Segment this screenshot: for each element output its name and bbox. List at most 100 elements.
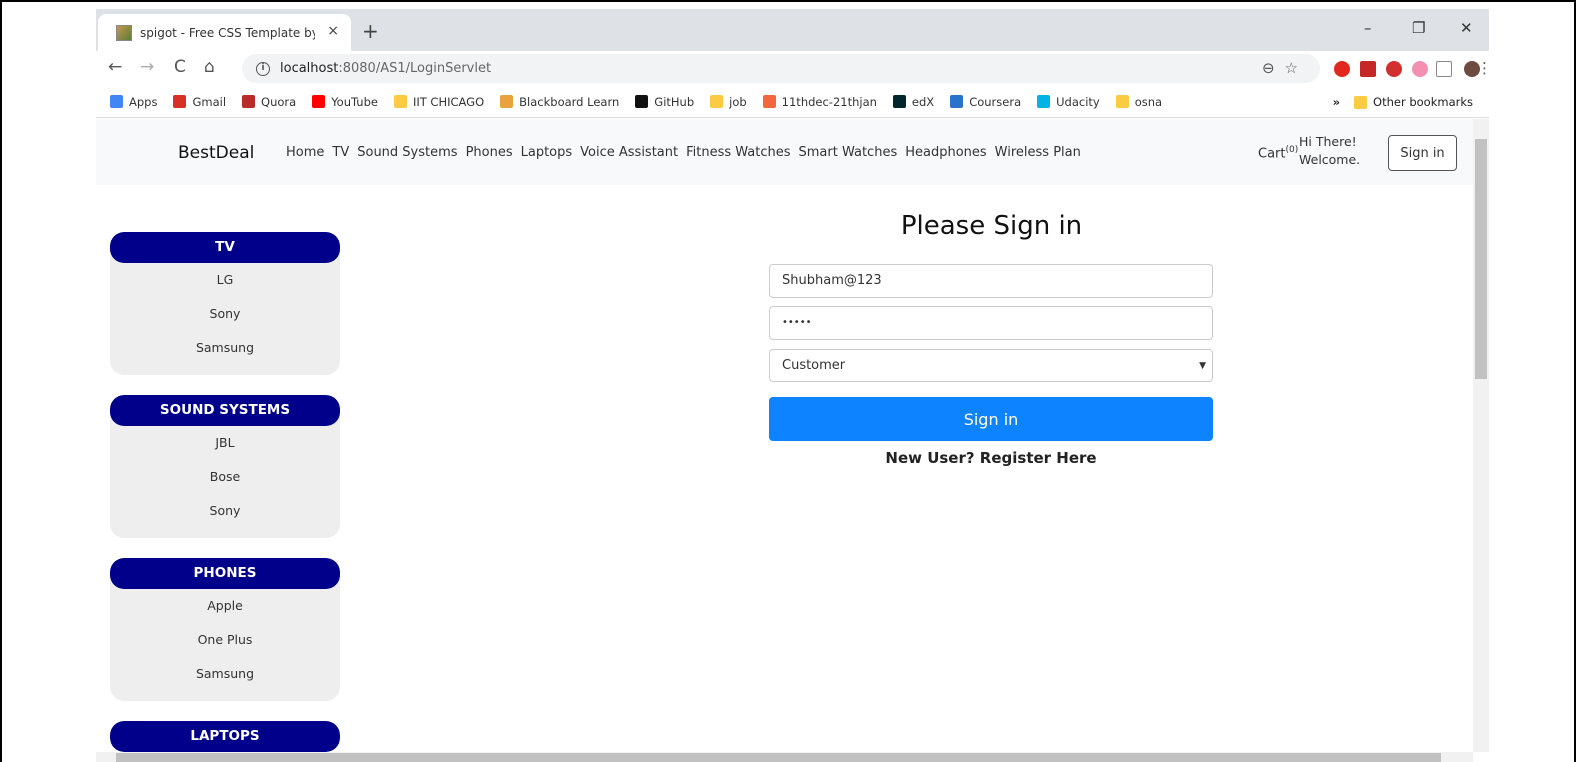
info-icon[interactable]: i [256, 61, 270, 76]
minimize-button[interactable]: – [1364, 19, 1372, 37]
category-item[interactable]: One Plus [110, 623, 340, 657]
nav-links: Home TV Sound Systems Phones Laptops Voice As… [286, 145, 1081, 160]
bookmark-icon [892, 95, 906, 108]
bookmark-icon [1037, 95, 1051, 108]
nav-link-7[interactable]: Smart Watches [799, 145, 898, 160]
category-item[interactable]: Samsung [110, 657, 340, 691]
nav-link-2[interactable]: Sound Systems [357, 145, 457, 160]
mail-extension-icon[interactable] [1436, 61, 1452, 77]
category-box: LAPTOPS [110, 721, 340, 752]
favicon-icon [116, 24, 132, 41]
category-item[interactable]: Sony [110, 297, 340, 331]
nav-link-3[interactable]: Phones [466, 145, 513, 160]
url-text: localhost:8080/AS1/LoginServlet [280, 61, 491, 76]
adblock-extension-icon[interactable] [1386, 61, 1402, 77]
bookmark-icon [710, 95, 724, 108]
cart-count: (0) [1285, 145, 1299, 155]
header-sign-in-button[interactable]: Sign in [1388, 135, 1457, 171]
greeting: Hi There! Welcome. [1299, 133, 1360, 169]
username-input[interactable]: Shubham@123 [769, 264, 1213, 298]
bookmark-3[interactable]: YouTube [312, 95, 378, 109]
bookmark-6[interactable]: GitHub [635, 95, 694, 109]
bookmark-label: YouTube [331, 94, 378, 109]
nav-link-6[interactable]: Fitness Watches [686, 145, 790, 160]
reload-button[interactable]: C [174, 57, 186, 77]
bookmark-12[interactable]: osna [1115, 95, 1162, 109]
category-box: PHONES Apple One Plus Samsung [110, 558, 340, 701]
bookmark-4[interactable]: IIT CHICAGO [393, 95, 484, 109]
bookmark-9[interactable]: edX [892, 94, 935, 109]
bookmark-icon [1115, 95, 1129, 108]
back-button[interactable]: ← [108, 57, 122, 77]
sign-in-submit-button[interactable]: Sign in [769, 397, 1213, 441]
other-bookmarks[interactable]: Other bookmarks [1373, 95, 1473, 109]
bookmark-8[interactable]: 11thdec-21thjan [762, 94, 877, 109]
bookmark-label: Blackboard Learn [519, 94, 620, 109]
new-tab-button[interactable]: + [362, 19, 379, 43]
bookmarks-overflow: » Other bookmarks [1333, 95, 1473, 109]
category-heading[interactable]: PHONES [110, 558, 340, 589]
forward-button[interactable]: → [140, 57, 154, 77]
menu-icon[interactable]: ⋮ [1477, 59, 1492, 77]
bookmark-icon [393, 95, 407, 108]
scrollbar-thumb[interactable] [1475, 139, 1487, 379]
tab-strip: spigot - Free CSS Template by Zy × + – ❐… [96, 9, 1489, 51]
cart-link[interactable]: Cart(0) [1258, 145, 1298, 161]
bookmark-icon [500, 95, 514, 108]
zoom-and-bookmark-icons[interactable]: ⊖☆ [1262, 59, 1308, 77]
role-select-value: Customer [782, 358, 846, 373]
category-item[interactable]: Apple [110, 589, 340, 623]
address-bar[interactable]: i localhost:8080/AS1/LoginServlet ⊖☆ [242, 54, 1320, 83]
nav-link-4[interactable]: Laptops [521, 145, 573, 160]
page-viewport: BestDeal Home TV Sound Systems Phones Laptop… [96, 119, 1473, 752]
category-heading[interactable]: SOUND SYSTEMS [110, 395, 340, 426]
bookmark-icon [110, 95, 123, 108]
category-item[interactable]: JBL [110, 426, 340, 460]
dropdown-arrow-icon: ▼ [1199, 361, 1206, 371]
bookmark-label: GitHub [654, 94, 695, 109]
vertical-scrollbar[interactable] [1473, 119, 1489, 752]
bookmark-label: edX [911, 94, 935, 109]
bookmark-1[interactable]: Gmail [173, 95, 226, 109]
nav-link-8[interactable]: Headphones [905, 145, 986, 160]
browser-tab[interactable]: spigot - Free CSS Template by Zy × [98, 14, 351, 51]
nav-link-5[interactable]: Voice Assistant [580, 145, 678, 160]
red-extension-icon[interactable] [1360, 61, 1376, 77]
horizontal-scrollbar-thumb[interactable] [116, 753, 1441, 762]
bookmark-11[interactable]: Udacity [1037, 95, 1100, 109]
bookmark-label: Quora [261, 94, 297, 109]
url-host: localhost [280, 61, 339, 76]
home-button[interactable]: ⌂ [204, 57, 215, 77]
bookmark-5[interactable]: Blackboard Learn [500, 95, 619, 109]
bookmark-icon [950, 95, 964, 108]
category-item[interactable]: Sony [110, 494, 340, 528]
bookmark-0[interactable]: Apps [110, 95, 157, 109]
category-heading[interactable]: LAPTOPS [110, 721, 340, 752]
browser-window: spigot - Free CSS Template by Zy × + – ❐… [96, 9, 1492, 762]
category-item[interactable]: Bose [110, 460, 340, 494]
nav-link-9[interactable]: Wireless Plan [995, 145, 1081, 160]
bookmark-2[interactable]: Quora [242, 95, 296, 109]
bookmark-7[interactable]: job [710, 95, 747, 109]
brand-logo[interactable]: BestDeal [178, 143, 254, 163]
bookmark-label: 11thdec-21thjan [781, 94, 877, 109]
horizontal-scrollbar[interactable] [96, 752, 1473, 762]
register-link[interactable]: New User? Register Here [769, 449, 1213, 467]
category-item[interactable]: LG [110, 263, 340, 297]
bookmarks-bar: Apps Gmail Quora YouTube IIT CHICAGO Blackboa… [96, 86, 1489, 118]
category-item[interactable]: Samsung [110, 331, 340, 365]
pink-extension-icon[interactable] [1412, 61, 1428, 77]
cart-label: Cart [1258, 146, 1286, 162]
close-window-button[interactable]: ✕ [1460, 19, 1473, 37]
restore-button[interactable]: ❐ [1412, 19, 1425, 37]
password-input[interactable]: ••••• [769, 306, 1213, 340]
tab-close-icon[interactable]: × [327, 23, 339, 39]
bookmark-label: Udacity [1056, 94, 1100, 109]
opera-extension-icon[interactable] [1334, 61, 1350, 77]
role-select[interactable]: Customer ▼ [769, 349, 1213, 382]
bookmark-10[interactable]: Coursera [950, 95, 1021, 109]
category-heading[interactable]: TV [110, 232, 340, 263]
more-bookmarks-icon[interactable]: » [1333, 95, 1340, 109]
nav-link-1[interactable]: TV [332, 145, 349, 160]
nav-link-0[interactable]: Home [286, 145, 324, 160]
